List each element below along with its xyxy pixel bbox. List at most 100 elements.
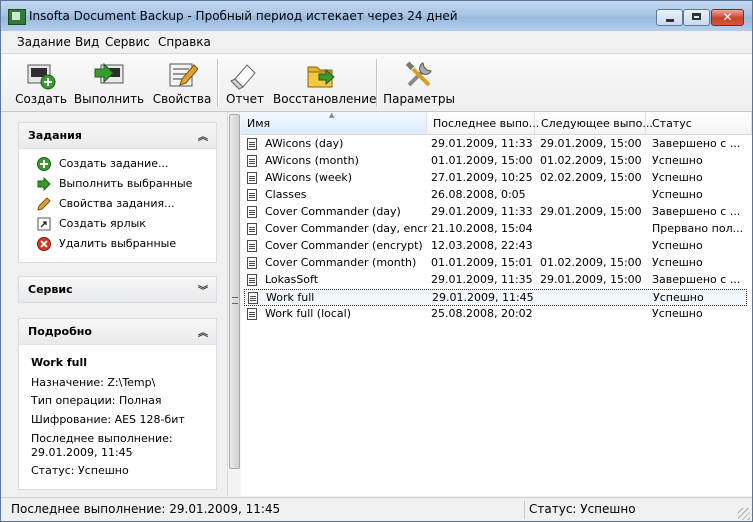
cell-status: Завершено с ... <box>652 137 741 150</box>
document-icon <box>247 172 257 184</box>
column-status-label: Статус <box>652 117 692 130</box>
details-status: Статус: Успешно <box>31 464 129 477</box>
cell-last: 21.10.2008, 15:04 <box>431 222 533 235</box>
table-row[interactable]: AWicons (day) 29.01.2009, 11:33 29.01.2009… <box>244 136 747 153</box>
cell-status: Успешно <box>652 256 703 269</box>
maximize-button[interactable] <box>683 9 710 26</box>
cell-name: AWicons (day) <box>265 137 344 150</box>
table-row[interactable]: Cover Commander (day, encr... 21.10.2008,… <box>244 221 747 238</box>
cell-name: Work full (local) <box>265 307 352 320</box>
toolbar: Создать Выполнить Свойства Отчет Восстан… <box>1 54 752 112</box>
cell-status: Успешно <box>652 188 703 201</box>
column-last-run[interactable]: Последнее выпо... <box>427 112 539 134</box>
add-icon <box>37 157 51 171</box>
table-row[interactable]: Cover Commander (encrypt) 12.03.2008, 22:… <box>244 238 747 255</box>
minimize-button[interactable] <box>656 9 683 26</box>
table-row[interactable]: AWicons (month) 01.01.2009, 15:00 01.02.20… <box>244 153 747 170</box>
delete-icon <box>37 237 51 251</box>
tasks-panel-header[interactable]: Задания ︽ <box>19 123 216 149</box>
cell-status: Завершено с ... <box>652 273 741 286</box>
details-task-name: Work full <box>31 356 88 369</box>
service-panel-header[interactable]: Сервис ︾ <box>19 277 216 302</box>
cell-next: 29.01.2009, 15:00 <box>540 205 642 218</box>
minimize-icon <box>666 19 674 22</box>
maximize-icon <box>692 13 701 20</box>
cell-status: Успешно <box>652 171 703 184</box>
window-title: Insofta Document Backup - Пробный период… <box>29 9 458 23</box>
tools-icon <box>405 61 432 87</box>
cell-next: 29.01.2009, 15:00 <box>540 273 642 286</box>
table-row[interactable]: Cover Commander (month) 01.01.2009, 15:01… <box>244 255 747 272</box>
close-button[interactable]: ✕ <box>711 9 744 26</box>
cell-last: 29.01.2009, 11:45 <box>432 291 534 304</box>
task-delete-label: Удалить выбранные <box>59 237 177 250</box>
cell-last: 27.01.2009, 10:25 <box>431 171 533 184</box>
column-status[interactable]: Статус <box>646 112 752 134</box>
menu-view[interactable]: Вид <box>75 35 99 49</box>
table-row[interactable]: Work full 29.01.2009, 11:45 Успешно <box>244 289 747 306</box>
cell-last: 29.01.2009, 11:33 <box>431 205 533 218</box>
cell-name: Classes <box>265 188 307 201</box>
cell-status: Успешно <box>652 239 703 252</box>
create-button[interactable]: Создать <box>11 54 71 111</box>
cell-status: Успешно <box>653 291 704 304</box>
details-encryption: Шифрование: AES 128-бит <box>31 413 185 426</box>
task-run-label: Выполнить выбранные <box>59 177 193 190</box>
document-icon <box>247 257 257 269</box>
run-task-icon <box>94 62 124 84</box>
table-row[interactable]: Work full (local) 25.08.2008, 20:02 Успешн… <box>244 306 747 323</box>
task-create-label: Создать задание... <box>59 157 169 170</box>
table-row[interactable]: Cover Commander (day) 29.01.2009, 11:33 29… <box>244 204 747 221</box>
cell-name: AWicons (month) <box>265 154 359 167</box>
table-row[interactable]: LokasSoft 29.01.2009, 11:35 29.01.2009, 15… <box>244 272 747 289</box>
menu-bar: Задание Вид Сервис Справка <box>1 31 752 54</box>
column-name-label: Имя <box>247 117 271 130</box>
resize-grip-icon[interactable] <box>738 508 750 520</box>
details-last-run-value: 29.01.2009, 11:45 <box>31 446 133 459</box>
report-label: Отчет <box>226 92 264 106</box>
menu-service[interactable]: Сервис <box>105 35 150 49</box>
side-panel-scrollbar[interactable] <box>227 112 242 496</box>
cell-status: Завершено с ... <box>652 205 741 218</box>
column-next-run[interactable]: Следующее выпо... <box>535 112 653 134</box>
menu-task[interactable]: Задание <box>17 35 71 49</box>
scrollbar-thumb[interactable] <box>229 114 240 469</box>
title-bar[interactable]: Insofta Document Backup - Пробный период… <box>1 1 752 31</box>
settings-button[interactable]: Параметры <box>383 54 455 111</box>
task-list: ▲ Имя Последнее выпо... Следующее выпо..… <box>241 111 752 496</box>
cell-name: Cover Commander (day, encr... <box>265 222 427 235</box>
run-button[interactable]: Выполнить <box>73 54 145 111</box>
menu-help[interactable]: Справка <box>158 35 211 49</box>
details-panel-header[interactable]: Подробно ︽ <box>19 319 216 345</box>
column-name[interactable]: ▲ Имя <box>241 111 427 134</box>
cell-name: LokasSoft <box>265 273 319 286</box>
cell-name: Work full <box>266 291 315 304</box>
details-last-run-label: Последнее выполнение: <box>31 432 173 445</box>
cell-last: 26.08.2008, 0:05 <box>431 188 526 201</box>
details-operation: Тип операции: Полная <box>31 394 162 407</box>
report-button[interactable]: Отчет <box>223 54 267 111</box>
document-icon <box>247 240 257 252</box>
table-row[interactable]: Classes 26.08.2008, 0:05 Успешно <box>244 187 747 204</box>
properties-icon <box>169 63 198 87</box>
cell-name: Cover Commander (month) <box>265 256 417 269</box>
sort-up-icon: ▲ <box>329 111 335 119</box>
chevron-down-icon[interactable]: ︾ <box>198 282 208 297</box>
status-result: Статус: Успешно <box>529 502 636 516</box>
cell-next: 29.01.2009, 15:00 <box>540 137 642 150</box>
chevron-up-icon[interactable]: ︽ <box>198 128 208 143</box>
arrow-right-icon <box>37 177 51 191</box>
cell-last: 29.01.2009, 11:35 <box>431 273 533 286</box>
properties-button[interactable]: Свойства <box>151 54 213 111</box>
create-task-icon <box>27 64 56 90</box>
list-header: ▲ Имя Последнее выпо... Следующее выпо..… <box>241 111 752 135</box>
document-icon <box>247 206 257 218</box>
document-icon <box>247 274 257 286</box>
chevron-up-icon[interactable]: ︽ <box>198 324 208 339</box>
restore-button[interactable]: Восстановление <box>273 54 376 111</box>
app-window: Insofta Document Backup - Пробный период… <box>0 0 753 522</box>
toolbar-separator <box>376 59 378 107</box>
table-row[interactable]: AWicons (week) 27.01.2009, 10:25 02.02.200… <box>244 170 747 187</box>
cell-next: 01.02.2009, 15:00 <box>540 256 642 269</box>
cell-name: AWicons (week) <box>265 171 353 184</box>
